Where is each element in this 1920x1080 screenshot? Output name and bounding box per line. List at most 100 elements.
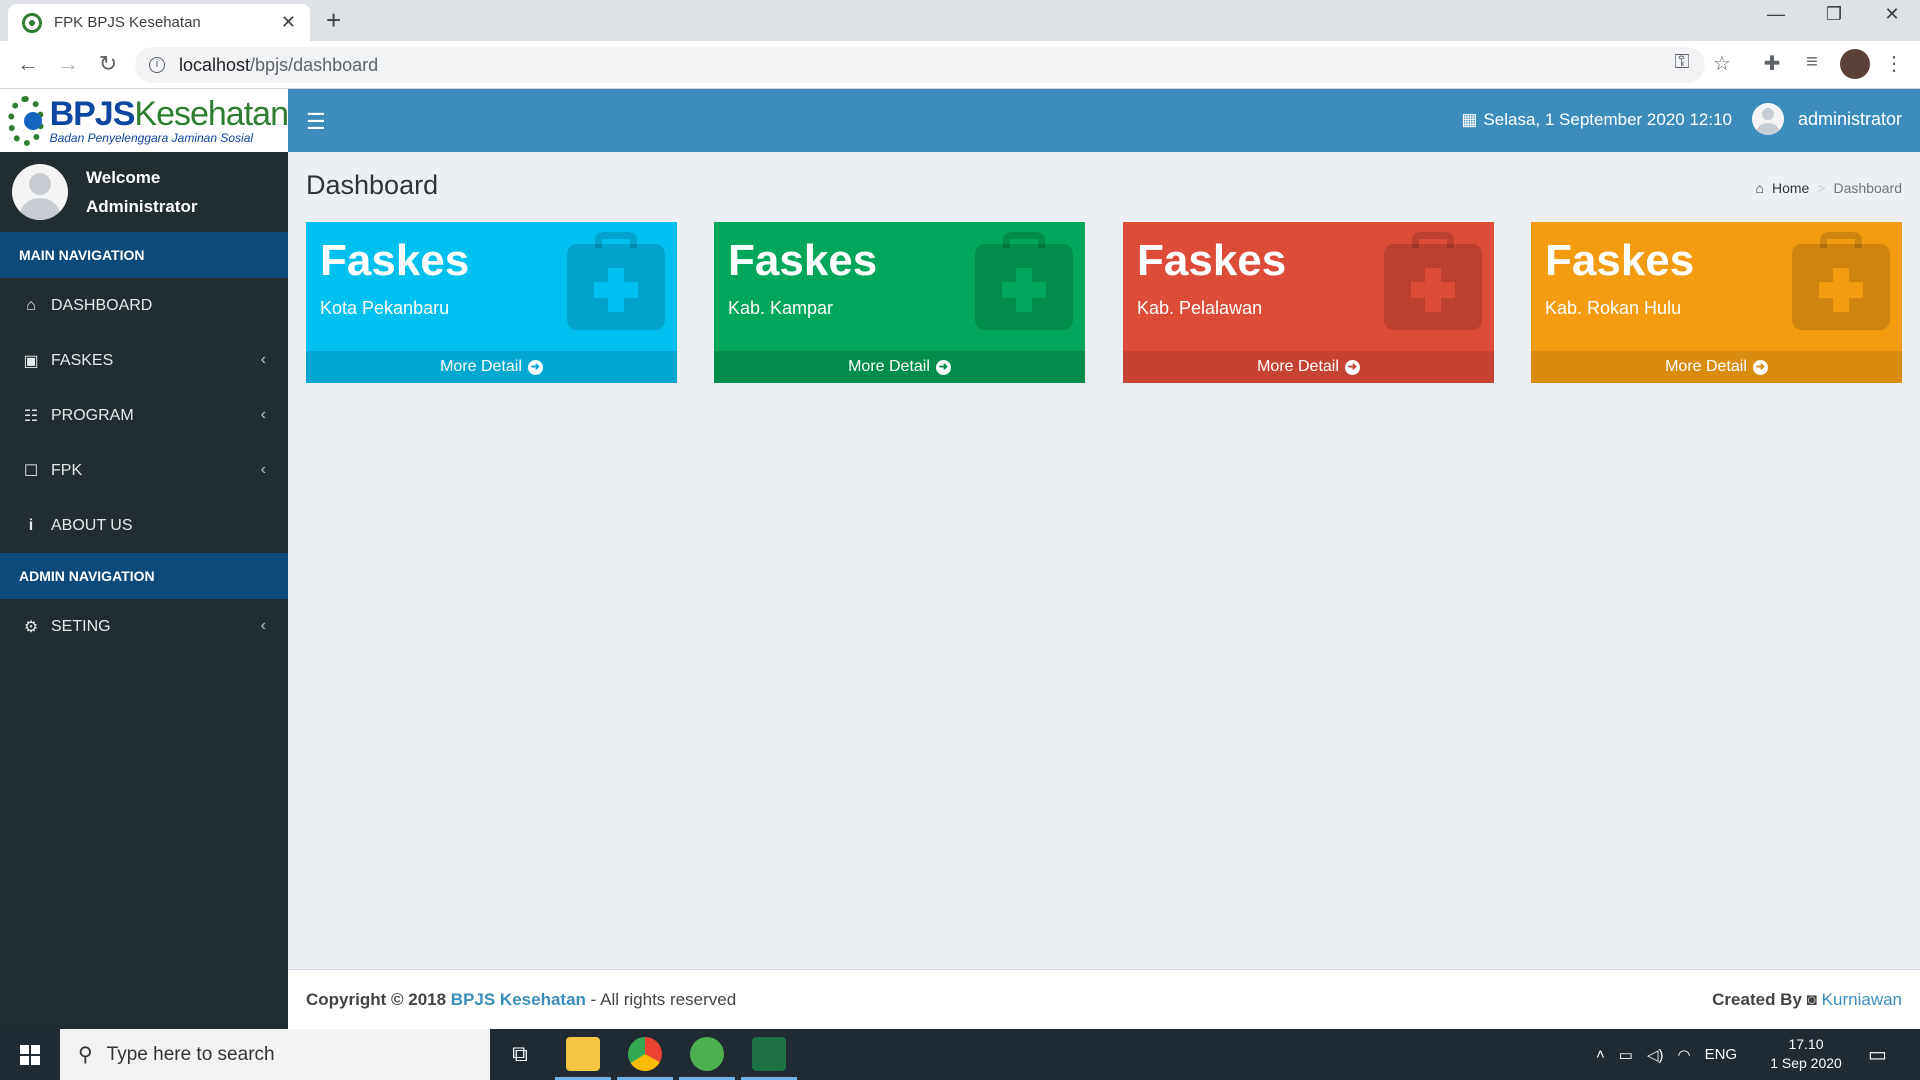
more-detail-link[interactable]: More Detail ➜ [1531, 351, 1902, 383]
app-footer: Copyright © 2018 BPJS Kesehatan - All ri… [288, 969, 1920, 1029]
top-navbar: ☰ ▦ Selasa, 1 September 2020 12:10 admin… [288, 89, 1920, 152]
taskbar-clock[interactable]: 17.10 1 Sep 2020 [1760, 1035, 1852, 1073]
sidebar-item-about-us[interactable]: i ABOUT US [0, 498, 288, 553]
user-avatar [1751, 103, 1784, 135]
volume-icon[interactable]: ◁) [1647, 1046, 1664, 1064]
sidebar-item-label: PROGRAM [51, 406, 134, 424]
chevron-up-icon[interactable]: ˄ [1596, 1046, 1605, 1063]
windows-logo-icon [20, 1044, 40, 1065]
bookmark-star-icon[interactable]: ☆ [1708, 51, 1736, 76]
user-panel: Welcome Administrator [0, 152, 288, 232]
more-detail-label: More Detail [1665, 358, 1747, 375]
credits: Created By ◙ Kurniawan [1712, 990, 1902, 1010]
forward-button[interactable]: → [54, 51, 82, 77]
close-window-button[interactable]: ✕ [1872, 4, 1912, 25]
sidebar-item-seting[interactable]: ⚙ SETING ‹ [0, 599, 288, 654]
breadcrumb-current: Dashboard [1833, 180, 1903, 196]
sidebar-item-program[interactable]: ☷ PROGRAM ‹ [0, 388, 288, 443]
menu-dots-icon[interactable]: ⋮ [1880, 51, 1908, 76]
bpjs-logo-icon [8, 95, 44, 146]
gears-icon: ⚙ [23, 618, 39, 636]
created-by-label: Created By [1712, 990, 1802, 1009]
rights-text: - All rights reserved [590, 990, 737, 1009]
system-tray: ˄ ▭ ◁) ◠ ENG [1596, 1029, 1737, 1080]
calendar-icon: ▦ [1461, 110, 1478, 129]
admin-navigation-header: ADMIN NAVIGATION [0, 553, 288, 599]
user-panel-name: Administrator [86, 197, 198, 216]
card-body: Faskes Kota Pekanbaru [306, 222, 677, 351]
restore-button[interactable]: ❐ [1814, 4, 1854, 25]
author-link[interactable]: Kurniawan [1822, 990, 1902, 1009]
arrow-circle-right-icon: ➜ [1344, 359, 1360, 375]
sidebar-item-faskes[interactable]: ▣ FASKES ‹ [0, 333, 288, 388]
brand-link[interactable]: BPJS Kesehatan [451, 990, 586, 1009]
media-icon[interactable]: ≡ [1798, 51, 1826, 74]
more-detail-link[interactable]: More Detail ➜ [1123, 351, 1494, 383]
new-tab-button[interactable]: + [326, 6, 341, 34]
browser-tab[interactable]: FPK BPJS Kesehatan ✕ [8, 4, 310, 41]
sidebar-toggle-icon[interactable]: ☰ [306, 109, 326, 135]
sidebar-item-label: SETING [51, 617, 111, 635]
chevron-left-icon: ‹ [260, 351, 266, 368]
minimize-button[interactable]: — [1756, 4, 1796, 25]
breadcrumb-separator: > [1817, 180, 1826, 196]
address-bar[interactable]: i localhost/bpjs/dashboard [135, 47, 1705, 83]
breadcrumb-home[interactable]: Home [1772, 180, 1809, 196]
tab-close-icon[interactable]: ✕ [281, 12, 296, 33]
arrow-circle-right-icon: ➜ [1752, 359, 1768, 375]
info-icon: i [28, 516, 34, 534]
taskbar-search-box[interactable]: ⚲ Type here to search [60, 1029, 490, 1080]
sidebar-item-label: FASKES [51, 351, 114, 369]
language-indicator[interactable]: ENG [1705, 1046, 1738, 1063]
more-detail-link[interactable]: More Detail ➜ [306, 351, 677, 383]
list-icon: ☷ [23, 407, 39, 425]
more-detail-label: More Detail [1257, 358, 1339, 375]
user-name: administrator [1797, 108, 1902, 129]
logo-tagline: Badan Penyelenggara Jaminan Sosial [49, 130, 254, 145]
main-content: Dashboard ⌂ Home > Dashboard Faskes Kota… [288, 152, 1920, 969]
faskes-card: Faskes Kab. Kampar More Detail ➜ [714, 222, 1085, 383]
task-view-icon[interactable]: ⧉ [503, 1037, 537, 1071]
sidebar: Welcome Administrator MAIN NAVIGATION ⌂ … [0, 152, 288, 1029]
chevron-left-icon: ‹ [260, 617, 266, 634]
briefcase-icon: ▣ [23, 352, 39, 370]
notifications-icon[interactable]: ▭ [1868, 1029, 1887, 1080]
datetime-text: Selasa, 1 September 2020 12:10 [1483, 110, 1732, 129]
reload-button[interactable]: ↻ [94, 51, 122, 77]
taskbar-search-placeholder: Type here to search [106, 1043, 275, 1065]
instagram-icon: ◙ [1806, 990, 1817, 1009]
more-detail-link[interactable]: More Detail ➜ [714, 351, 1085, 383]
user-panel-avatar [12, 164, 68, 220]
wifi-icon[interactable]: ◠ [1677, 1046, 1690, 1064]
user-menu[interactable]: administrator [1751, 103, 1902, 135]
sidebar-item-label: DASHBOARD [51, 296, 153, 314]
excel-icon[interactable] [752, 1037, 786, 1071]
back-button[interactable]: ← [14, 51, 42, 77]
key-icon[interactable]: ⚿ [1668, 51, 1696, 74]
profile-avatar[interactable] [1840, 49, 1870, 79]
site-info-icon[interactable]: i [149, 57, 165, 73]
file-explorer-icon[interactable] [566, 1037, 600, 1071]
chrome-icon[interactable] [628, 1037, 662, 1071]
battery-icon[interactable]: ▭ [1619, 1046, 1633, 1064]
sidebar-item-label: FPK [51, 461, 83, 479]
copyright: Copyright © 2018 BPJS Kesehatan - All ri… [306, 990, 736, 1010]
logo-name-accent: Kesehatan [134, 94, 289, 133]
breadcrumb: ⌂ Home > Dashboard [1755, 180, 1902, 196]
brand-logo[interactable]: BPJSKesehatan Badan Penyelenggara Jamina… [0, 89, 289, 152]
more-detail-label: More Detail [848, 358, 930, 375]
extensions-icon[interactable]: ✚ [1758, 51, 1786, 76]
start-button[interactable] [0, 1029, 60, 1080]
sidebar-item-dashboard[interactable]: ⌂ DASHBOARD [0, 278, 288, 333]
arrow-circle-right-icon: ➜ [527, 359, 543, 375]
card-body: Faskes Kab. Rokan Hulu [1531, 222, 1902, 351]
home-icon: ⌂ [1755, 180, 1764, 196]
clock-time: 17.10 [1788, 1036, 1824, 1052]
sidebar-item-fpk[interactable]: ☐ FPK ‹ [0, 443, 288, 498]
copyright-prefix: Copyright © 2018 [306, 990, 447, 1009]
medkit-icon [567, 232, 665, 330]
header-datetime: ▦ Selasa, 1 September 2020 12:10 [1461, 110, 1732, 130]
more-detail-label: More Detail [440, 358, 522, 375]
atom-app-icon[interactable] [690, 1037, 724, 1071]
clock-date: 1 Sep 2020 [1770, 1055, 1842, 1071]
